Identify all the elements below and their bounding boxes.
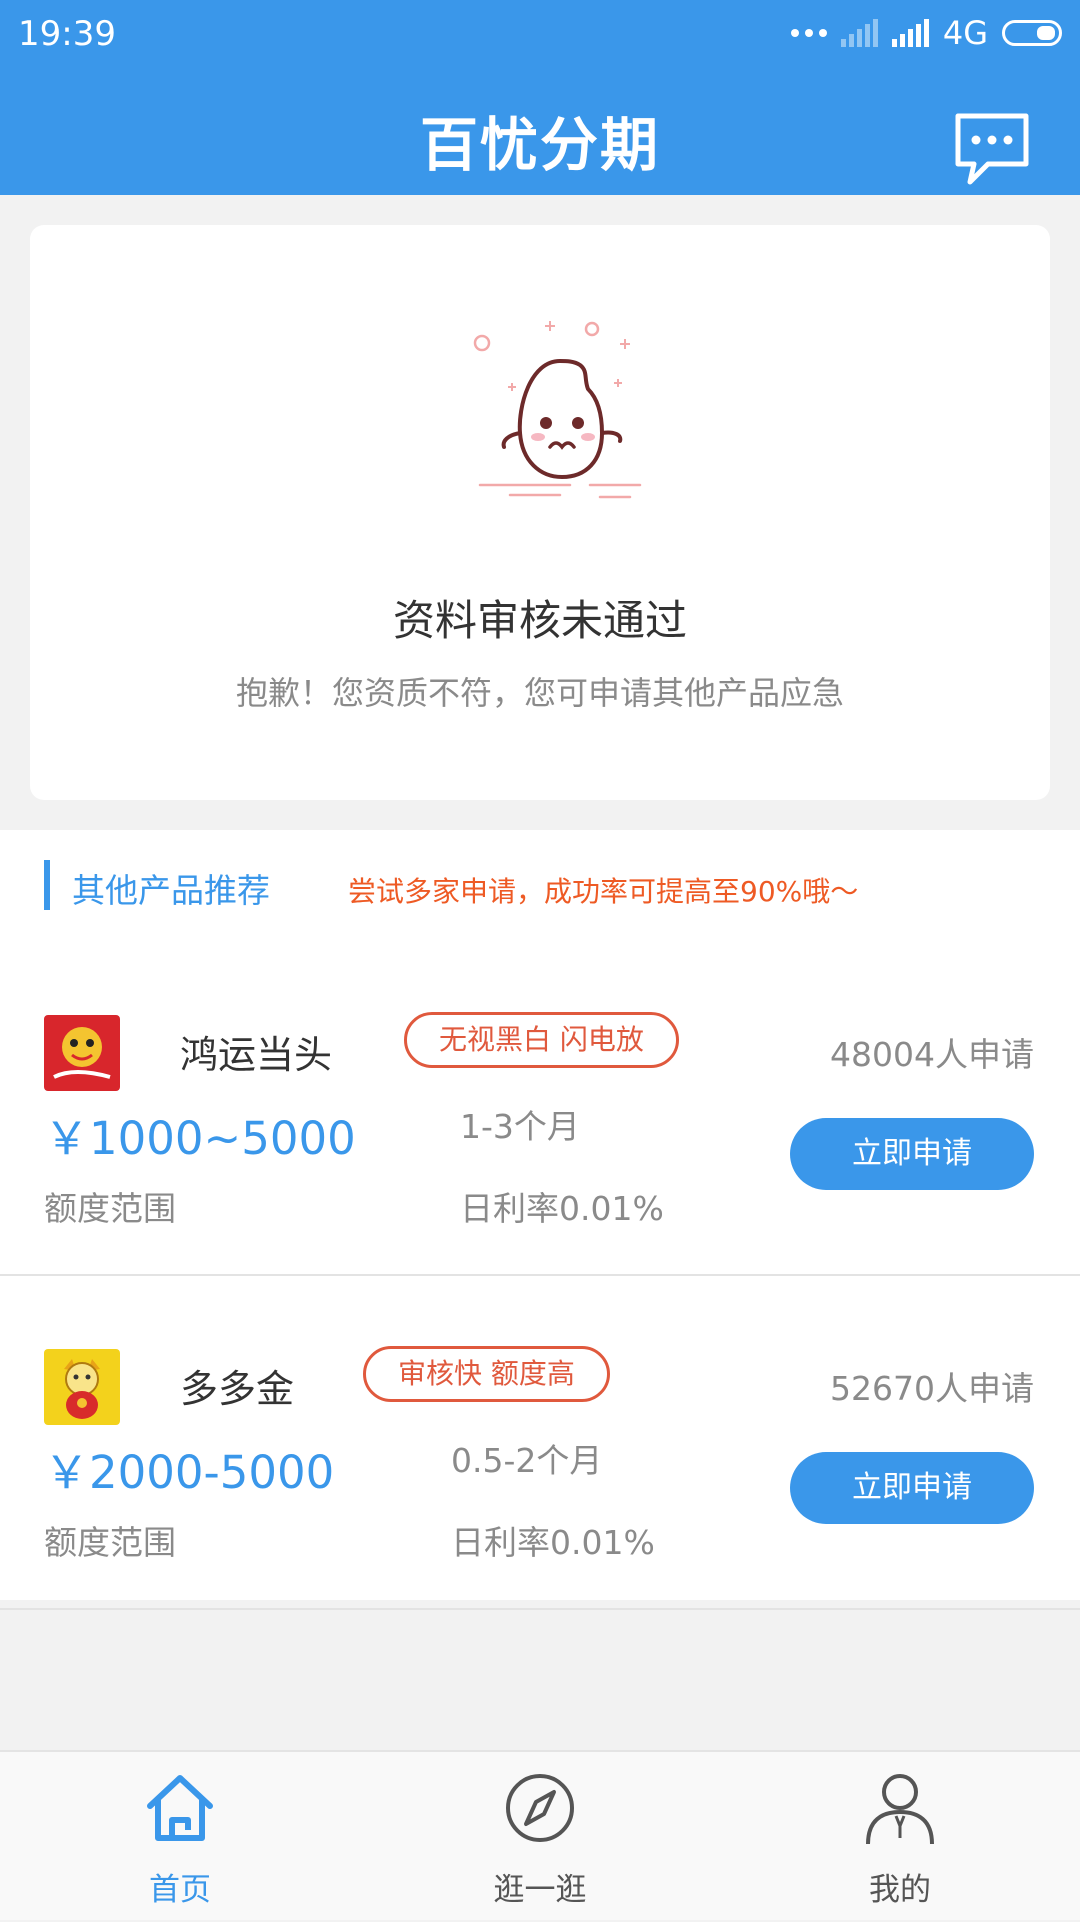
- recommend-section: 其他产品推荐 尝试多家申请，成功率可提高至90%哦～ 鸿运当头 无视黑白 闪电放…: [0, 830, 1080, 1610]
- apply-button[interactable]: 立即申请: [790, 1452, 1034, 1524]
- review-status-title: 资料审核未通过: [392, 596, 687, 645]
- lucky-cat-logo-icon: [44, 1349, 120, 1425]
- page-title: 百忧分期: [419, 111, 660, 179]
- review-status-card: 资料审核未通过 抱歉！您资质不符，您可申请其他产品应急: [30, 225, 1050, 800]
- tab-home[interactable]: 首页: [80, 1752, 280, 1922]
- chat-bubble-icon[interactable]: [952, 108, 1032, 188]
- product-rate: 日利率0.01%: [460, 1189, 664, 1228]
- tab-explore[interactable]: 逛一逛: [440, 1752, 640, 1922]
- bottom-tab-bar: 首页 逛一逛 我的: [0, 1750, 1080, 1920]
- signal-sim1-icon: [840, 19, 878, 47]
- product-name: 多多金: [180, 1367, 295, 1411]
- product-card[interactable]: 多多金 审核快 额度高 52670人申请 ￥2000-5000 额度范围 0.5…: [0, 1276, 1080, 1610]
- battery-icon: [1002, 20, 1062, 46]
- section-accent-bar: [44, 860, 50, 910]
- tab-mine[interactable]: 我的: [800, 1752, 1000, 1922]
- product-amount: ￥1000~5000: [44, 1112, 356, 1165]
- product-amount-label: 额度范围: [44, 1523, 176, 1562]
- status-time: 19:39: [18, 14, 116, 54]
- product-amount: ￥2000-5000: [44, 1446, 335, 1499]
- sad-egg-illustration: [473, 321, 642, 499]
- product-amount-label: 额度范围: [44, 1189, 176, 1228]
- status-bar: 19:39 4G: [0, 0, 1080, 76]
- product-tag: 审核快 额度高: [363, 1346, 610, 1402]
- review-status-subtitle: 抱歉！您资质不符，您可申请其他产品应急: [235, 674, 844, 712]
- product-card[interactable]: 鸿运当头 无视黑白 闪电放 48004人申请 ￥1000~5000 额度范围 1…: [0, 942, 1080, 1276]
- product-tag: 无视黑白 闪电放: [404, 1012, 679, 1068]
- app-header: 19:39 4G 百忧分期: [0, 0, 1080, 195]
- tab-label: 首页: [149, 1872, 211, 1908]
- more-dots-icon: [790, 29, 827, 37]
- recommend-tip: 尝试多家申请，成功率可提高至90%哦～: [348, 875, 859, 908]
- recommend-title: 其他产品推荐: [72, 871, 270, 910]
- signal-sim2-icon: [891, 19, 929, 47]
- home-icon: [147, 1775, 213, 1841]
- product-term: 1-3个月: [460, 1107, 580, 1146]
- tab-label: 逛一逛: [493, 1872, 587, 1908]
- status-indicators: 4G: [790, 14, 1062, 52]
- user-icon: [866, 1774, 934, 1845]
- compass-icon: [506, 1774, 574, 1842]
- tab-label: 我的: [869, 1872, 931, 1908]
- network-type: 4G: [942, 14, 988, 52]
- product-rate: 日利率0.01%: [451, 1523, 655, 1562]
- product-applicants: 48004人申请: [830, 1035, 1034, 1074]
- product-name: 鸿运当头: [180, 1033, 333, 1077]
- product-term: 0.5-2个月: [451, 1441, 603, 1480]
- apply-button[interactable]: 立即申请: [790, 1118, 1034, 1190]
- product-applicants: 52670人申请: [830, 1369, 1034, 1408]
- lion-dance-logo-icon: [44, 1015, 120, 1091]
